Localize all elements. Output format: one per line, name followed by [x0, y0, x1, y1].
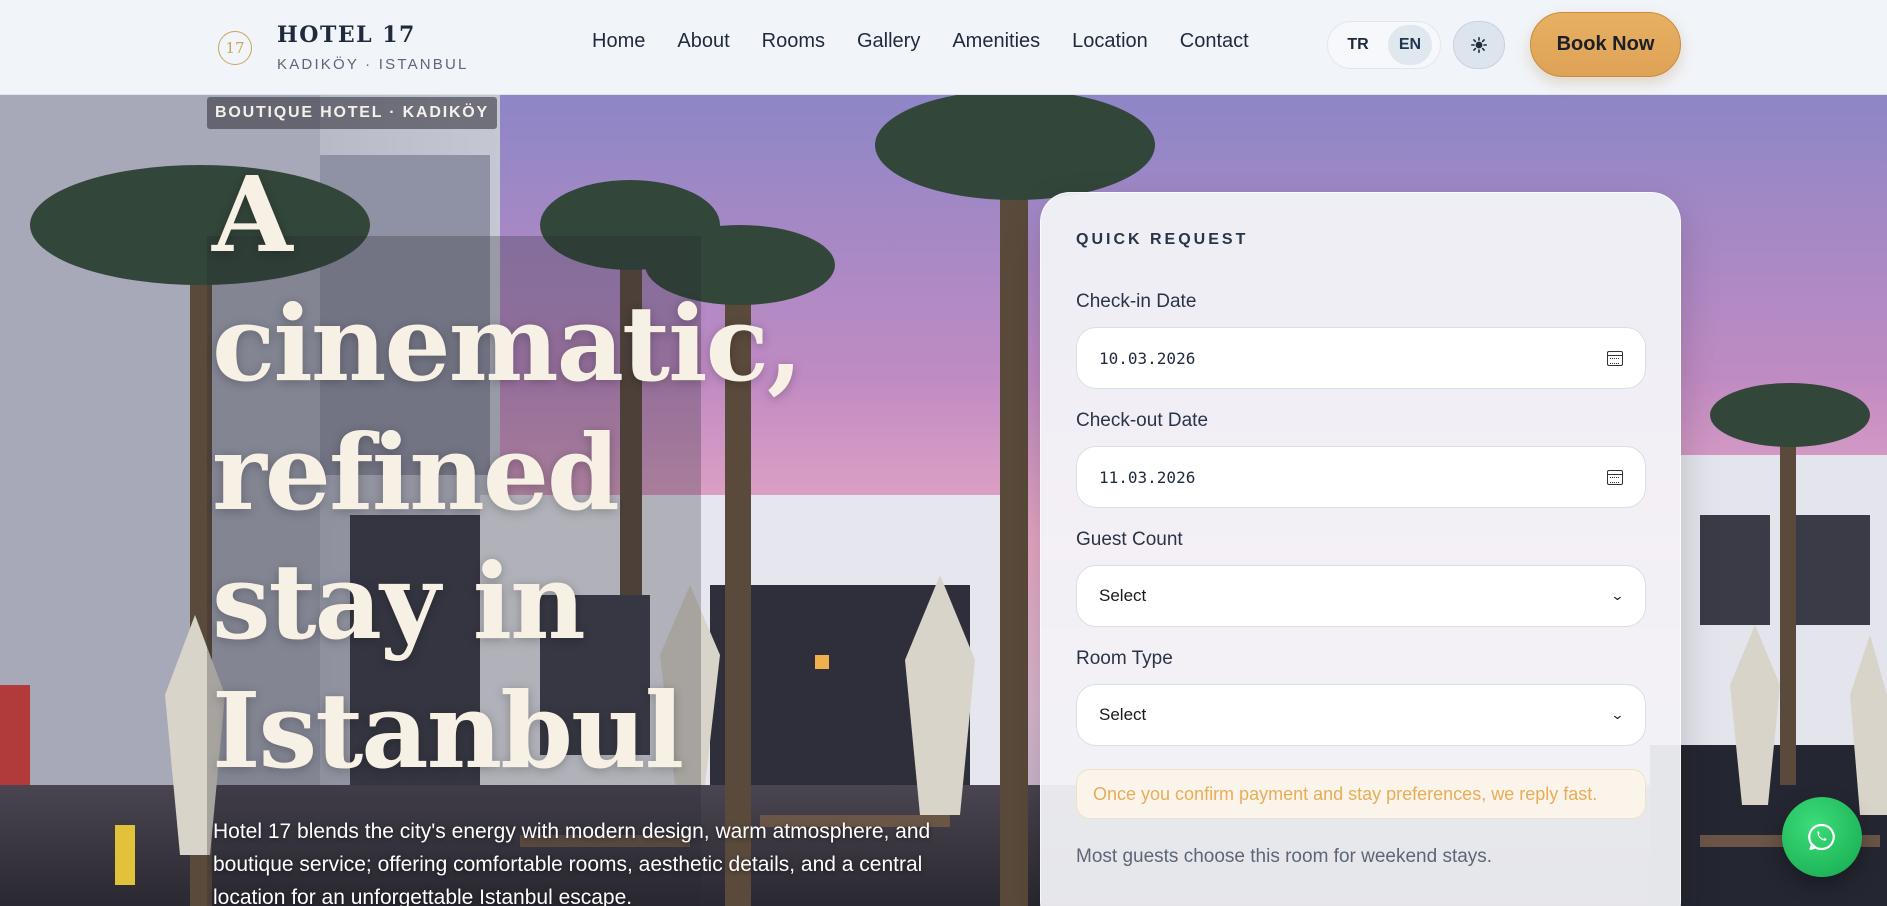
calendar-icon[interactable] — [1607, 350, 1623, 366]
checkout-date-input[interactable]: 11.03.2026 — [1076, 446, 1646, 508]
nav-about[interactable]: About — [677, 30, 729, 53]
calendar-icon[interactable] — [1607, 469, 1623, 485]
room-hint: Most guests choose this room for weekend… — [1076, 846, 1493, 867]
hero-intro-text: Hotel 17 blends the city's energy with m… — [213, 820, 931, 906]
brand-text: HOTEL 17 KADIKÖY · ISTANBUL — [277, 22, 469, 73]
room-type-value: Select — [1099, 705, 1147, 724]
site-header: 17 HOTEL 17 KADIKÖY · ISTANBUL Home Abou… — [0, 0, 1887, 95]
theme-toggle-button[interactable] — [1453, 21, 1505, 69]
room-type-label: Room Type — [1076, 648, 1173, 669]
nav-home[interactable]: Home — [592, 30, 645, 53]
payment-note: Once you confirm payment and stay prefer… — [1076, 769, 1646, 819]
chevron-down-icon: ⌄ — [1610, 707, 1625, 722]
brand-name: HOTEL 17 — [277, 22, 416, 48]
quick-request-title: QUICK REQUEST — [1076, 231, 1249, 248]
language-switch: TR EN — [1327, 21, 1441, 69]
nav-gallery[interactable]: Gallery — [857, 30, 920, 53]
checkout-label: Check-out Date — [1076, 410, 1209, 431]
hero-badge: BOUTIQUE HOTEL · KADIKÖY — [207, 97, 498, 129]
room-type-select[interactable]: Select ⌄ — [1076, 684, 1646, 746]
sun-icon — [1471, 37, 1487, 53]
lang-en-button[interactable]: EN — [1388, 25, 1432, 65]
whatsapp-icon — [1808, 823, 1835, 851]
checkin-label: Check-in Date — [1076, 291, 1197, 312]
headline-line: cinematic, — [212, 282, 803, 405]
brand-mark: 17 — [218, 30, 252, 65]
guest-count-value: Select — [1099, 586, 1147, 605]
checkout-date-value: 11.03.2026 — [1099, 467, 1196, 487]
checkin-date-input[interactable]: 10.03.2026 — [1076, 327, 1646, 389]
nav-contact[interactable]: Contact — [1180, 30, 1249, 53]
nav-rooms[interactable]: Rooms — [762, 30, 825, 53]
chevron-down-icon: ⌄ — [1610, 588, 1625, 603]
headline-line: Istanbul — [212, 669, 684, 792]
headline-line: refined — [212, 411, 620, 534]
nav-location[interactable]: Location — [1072, 30, 1148, 53]
quick-request-card: QUICK REQUEST Check-in Date 10.03.2026 C… — [1040, 192, 1681, 906]
nav-amenities[interactable]: Amenities — [952, 30, 1040, 53]
headline-line: stay in — [212, 540, 586, 663]
brand-logo[interactable]: 17 HOTEL 17 KADIKÖY · ISTANBUL — [218, 22, 469, 73]
guest-count-label: Guest Count — [1076, 529, 1183, 550]
book-now-button[interactable]: Book Now — [1530, 12, 1681, 77]
guest-count-select[interactable]: Select ⌄ — [1076, 565, 1646, 627]
checkin-date-value: 10.03.2026 — [1099, 348, 1196, 368]
hero-headline: A cinematic, refined stay in Istanbul — [212, 150, 803, 795]
whatsapp-chat-button[interactable] — [1782, 797, 1862, 877]
headline-line: A — [212, 153, 293, 276]
brand-subtitle: KADIKÖY · ISTANBUL — [277, 56, 469, 73]
main-nav: Home About Rooms Gallery Amenities Locat… — [592, 30, 1249, 53]
lang-tr-button[interactable]: TR — [1336, 25, 1380, 65]
